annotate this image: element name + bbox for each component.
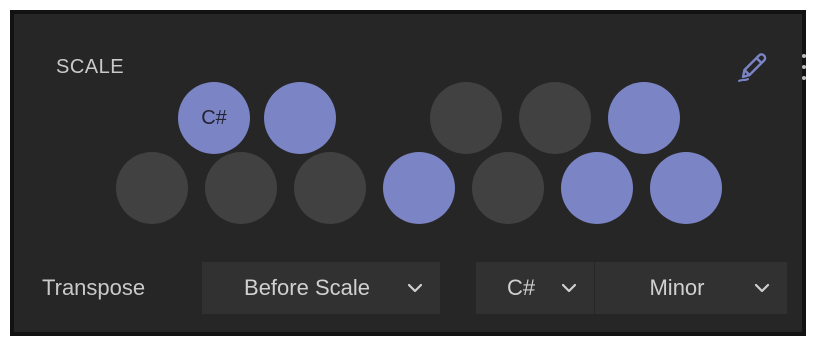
- key-white-2[interactable]: [205, 152, 277, 224]
- key-black-1[interactable]: C#: [178, 82, 250, 154]
- kebab-dot: [802, 76, 806, 80]
- key-white-6[interactable]: [561, 152, 633, 224]
- key-white-5[interactable]: [472, 152, 544, 224]
- transpose-row: Transpose Before Scale C# Minor: [42, 262, 788, 314]
- chevron-down-icon: [561, 283, 577, 293]
- transpose-label: Transpose: [42, 275, 146, 300]
- key-white-3[interactable]: [294, 152, 366, 224]
- transpose-dropdown[interactable]: Before Scale: [202, 262, 440, 314]
- transpose-value: Before Scale: [244, 275, 370, 300]
- key-black-4[interactable]: [519, 82, 591, 154]
- key-black-3[interactable]: [430, 82, 502, 154]
- chevron-down-icon: [754, 283, 770, 293]
- scale-mode-dropdown[interactable]: Minor: [595, 262, 787, 314]
- key-black-2[interactable]: [264, 82, 336, 154]
- kebab-dot: [802, 65, 806, 69]
- kebab-dot: [802, 54, 806, 58]
- panel-title: SCALE: [56, 56, 125, 78]
- root-key-dropdown[interactable]: C#: [476, 262, 594, 314]
- scale-mode-value: Minor: [649, 275, 705, 300]
- key-white-7[interactable]: [650, 152, 722, 224]
- key-white-1[interactable]: [116, 152, 188, 224]
- pencil-icon[interactable]: [733, 48, 771, 86]
- key-black-5[interactable]: [608, 82, 680, 154]
- key-white-4[interactable]: [383, 152, 455, 224]
- chevron-down-icon: [407, 283, 423, 293]
- kebab-menu-icon[interactable]: [797, 50, 811, 84]
- root-key-value: C#: [506, 275, 536, 300]
